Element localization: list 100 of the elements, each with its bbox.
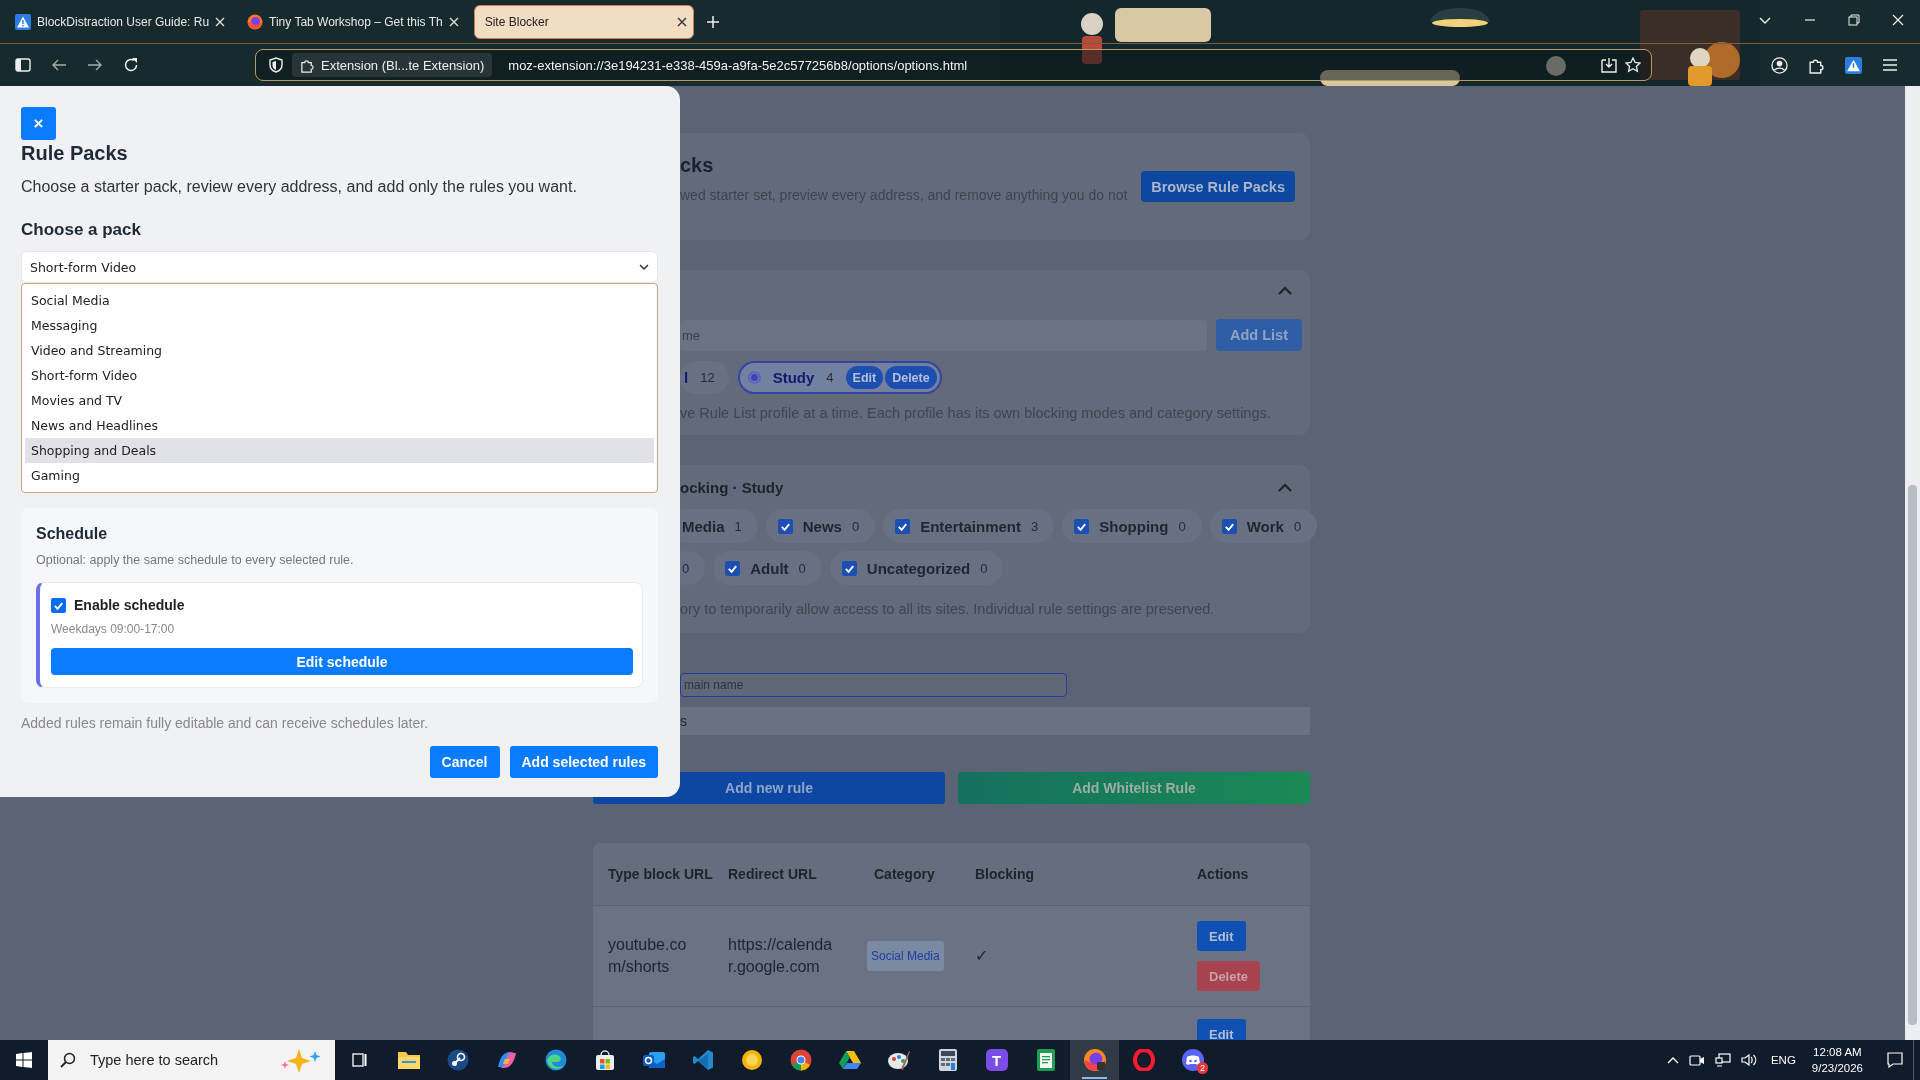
category-chip[interactable]: Entertainment 3 (883, 509, 1055, 543)
palette-icon[interactable] (886, 1049, 911, 1071)
cancel-button[interactable]: Cancel (429, 746, 500, 778)
dropdown-option[interactable]: Messaging (25, 313, 654, 338)
dialog-title: Rule Packs (21, 141, 129, 166)
browser-tab[interactable]: Site Blocker (473, 4, 694, 39)
column-header: Redirect URL (727, 865, 818, 883)
panel-title: Schedule (36, 524, 109, 544)
address-bar[interactable]: Extension (Bl...te Extension) moz-extension://3e194231-e338-459a-a9fa-5e2c577256b8/options/options.html (255, 49, 1652, 81)
column-header: Blocking (974, 865, 1036, 883)
task-view-icon[interactable] (350, 1051, 369, 1069)
note-icon[interactable] (1036, 1049, 1055, 1071)
field-label: Choose a pack (21, 219, 142, 241)
edit-button[interactable]: Edit (845, 366, 884, 389)
pack-select[interactable]: Short-form Video (21, 251, 658, 283)
dropdown-option[interactable]: Movies and TV (25, 388, 654, 413)
checkbox[interactable] (895, 518, 911, 534)
section-title: ocking · Study (680, 478, 784, 496)
app-tile[interactable]: T (985, 1049, 1008, 1071)
checkbox[interactable] (725, 560, 741, 576)
globe-icon (247, 13, 264, 30)
gamepad-icon[interactable] (1180, 1049, 1205, 1071)
language-indicator[interactable]: ENG (1770, 1054, 1796, 1066)
scrollbar-thumb[interactable] (1908, 485, 1917, 1025)
url-text[interactable]: moz-extension://3e194231-e338-459a-a9fa-5e2c577256b8/options/options.html (508, 57, 1593, 73)
checkbox[interactable] (1221, 518, 1237, 534)
dropdown-option[interactable]: Short-form Video (25, 363, 654, 388)
account-icon[interactable] (1771, 56, 1788, 74)
puzzle-icon[interactable] (1808, 56, 1825, 74)
dropdown-option[interactable]: Social Media (25, 288, 654, 313)
triangle-icon[interactable] (837, 1049, 862, 1071)
browse-button[interactable]: Browse Rule Packs (1141, 171, 1295, 202)
checkbox[interactable] (841, 560, 857, 576)
camera-icon[interactable] (1688, 1053, 1705, 1067)
globe-icon[interactable] (1082, 1048, 1107, 1072)
disc-icon[interactable] (446, 1049, 469, 1071)
category-chip[interactable]: Uncategorized 0 (829, 551, 1004, 585)
domain-field[interactable]: main name (680, 673, 1067, 697)
browser-tab[interactable]: Tiny Tab Workshop – Get this Th (240, 4, 466, 39)
dropdown-option[interactable]: Gaming (25, 463, 654, 488)
edit-button[interactable]: Edit (1197, 921, 1246, 951)
restore-icon[interactable] (1848, 14, 1860, 26)
clock-time[interactable]: 12:08 AM (1811, 1044, 1863, 1060)
add-rules-button[interactable]: Add selected rules (509, 746, 658, 778)
dropdown-option[interactable]: Video and Streaming (25, 338, 654, 363)
code-icon[interactable] (691, 1049, 714, 1071)
volume-icon[interactable] (1740, 1053, 1757, 1067)
column-header: Type block URL (607, 865, 713, 883)
mail-icon[interactable] (641, 1049, 666, 1071)
sidebar-icon[interactable] (15, 58, 31, 72)
bag-icon[interactable] (593, 1049, 616, 1071)
close-icon[interactable] (676, 16, 687, 27)
network-icon[interactable] (1714, 1053, 1731, 1067)
whitelist-button[interactable]: Add Whitelist Rule (958, 772, 1310, 804)
search-field[interactable]: Type here to search (48, 1040, 335, 1080)
dialog-description: Choose a starter pack, review every address, and add only the rules you want. (21, 177, 578, 197)
back-icon[interactable] (51, 58, 67, 72)
warning-icon[interactable] (1845, 56, 1862, 74)
scrollbar[interactable] (1905, 86, 1920, 1040)
clock-date[interactable]: 9/23/2026 (1811, 1060, 1863, 1076)
forward-icon[interactable] (87, 58, 103, 72)
reload-icon[interactable] (123, 57, 139, 73)
edit-button[interactable]: Edit (1197, 1019, 1246, 1040)
edit-schedule-button[interactable]: Edit schedule (51, 648, 633, 675)
star-icon[interactable] (1625, 57, 1641, 73)
browser-tab[interactable]: BlockDistraction User Guide: Ru (8, 4, 233, 39)
folder-icon[interactable] (396, 1049, 421, 1071)
dropdown-option[interactable]: Shopping and Deals (25, 438, 654, 463)
radio-button[interactable] (747, 371, 761, 384)
checkbox[interactable] (51, 597, 66, 613)
list-chip[interactable]: l 12 (680, 361, 729, 394)
plus-icon[interactable] (705, 14, 720, 29)
category-chip[interactable]: Work 0 (1209, 509, 1318, 543)
windows-icon[interactable] (16, 1052, 32, 1068)
delete-button[interactable]: Delete (1197, 961, 1261, 991)
download-icon[interactable] (1601, 57, 1617, 73)
list-chip[interactable]: Study 4 Edit Delete (737, 361, 942, 394)
checkbox[interactable] (777, 518, 793, 534)
add-list-button[interactable]: Add List (1216, 319, 1302, 351)
ring-icon[interactable] (740, 1049, 763, 1071)
category-chip[interactable]: Adult 0 (713, 551, 822, 585)
menu-icon[interactable] (1882, 58, 1898, 72)
calculator-icon[interactable] (938, 1049, 957, 1071)
shield-icon (268, 57, 284, 73)
schedule-summary: Weekdays 09:00-17:00 (51, 621, 176, 638)
puzzle-icon (300, 57, 315, 73)
delete-button[interactable]: Delete (885, 366, 937, 389)
search-icon (60, 1052, 76, 1068)
wave-icon[interactable] (544, 1049, 567, 1071)
dropdown-option[interactable]: News and Headlines (25, 413, 654, 438)
notification-icon[interactable] (1887, 1052, 1903, 1068)
close-button[interactable]: × (21, 107, 56, 140)
chevron-down-icon (639, 263, 649, 271)
category-chip[interactable]: News 0 (765, 509, 876, 543)
checkbox[interactable] (1074, 518, 1090, 534)
check-mark: ✓ (975, 946, 988, 966)
section-title: cks (680, 153, 715, 178)
wheel-icon[interactable] (789, 1049, 812, 1071)
panel-hint: Optional: apply the same schedule to every selected rule. (36, 552, 355, 569)
category-chip[interactable]: Shopping 0 (1062, 509, 1202, 543)
